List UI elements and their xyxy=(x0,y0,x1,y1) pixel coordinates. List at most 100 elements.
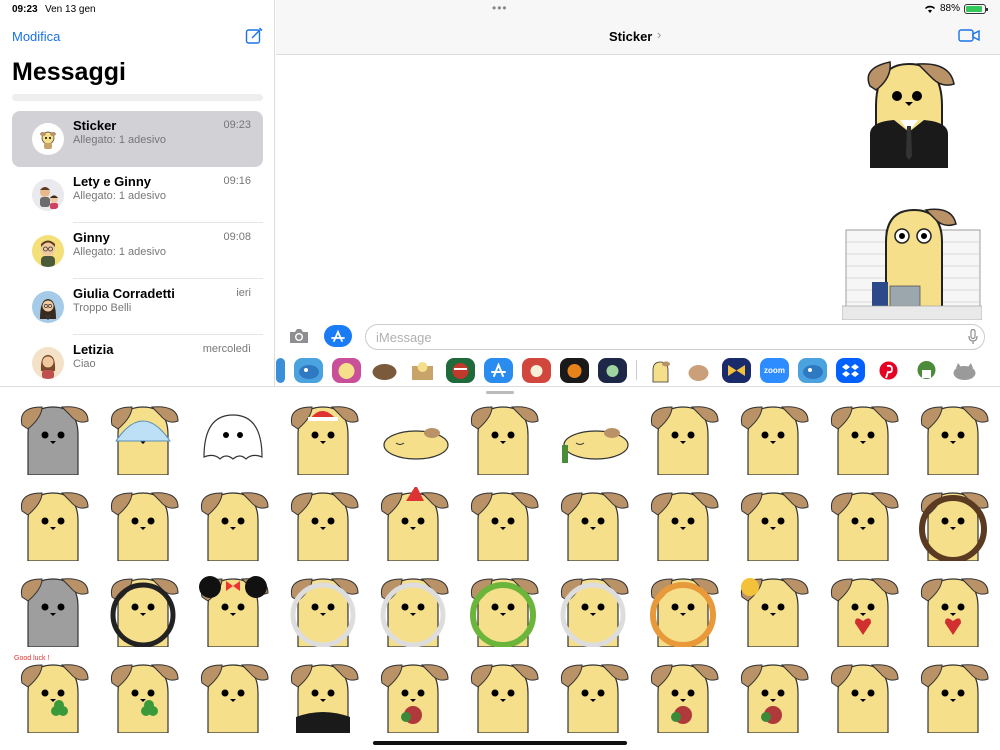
conversation-name: Lety e Ginny xyxy=(73,174,152,189)
multitasking-dots-icon[interactable]: ••• xyxy=(492,1,508,15)
conversation-time: ieri xyxy=(236,287,251,299)
app-icon-dog-pink[interactable] xyxy=(332,357,361,383)
conversation-item-lety-e-ginny[interactable]: Lety e Ginny Allegato: 1 adesivo 09:16 xyxy=(12,167,263,223)
app-icon-blue-bird[interactable] xyxy=(294,357,323,383)
pinterest-icon[interactable] xyxy=(874,357,903,383)
sticker-flowers[interactable] xyxy=(728,653,818,739)
compose-icon[interactable] xyxy=(245,27,263,45)
sticker-party-hat[interactable] xyxy=(368,481,458,567)
conversation-item-sticker[interactable]: Sticker Allegato: 1 adesivo 09:23 xyxy=(12,111,263,167)
sent-sticker-paperwork-dog[interactable] xyxy=(842,202,982,320)
chevron-right-icon[interactable]: › xyxy=(657,27,661,42)
sticker-heart[interactable] xyxy=(818,567,908,653)
sticker-sunglasses[interactable] xyxy=(458,395,548,481)
sticker-grumpy[interactable] xyxy=(908,395,998,481)
sticker-plants[interactable] xyxy=(638,653,728,739)
message-input[interactable] xyxy=(365,324,985,350)
sticker-frog-hood[interactable] xyxy=(458,567,548,653)
app-icon-bear[interactable] xyxy=(684,357,713,383)
page-title: Messaggi xyxy=(12,58,126,86)
avatar xyxy=(32,235,64,267)
sticker-wink[interactable] xyxy=(548,481,638,567)
sticker-sun[interactable] xyxy=(728,567,818,653)
microphone-icon[interactable] xyxy=(968,329,978,345)
avatar xyxy=(32,123,64,155)
sticker-teary[interactable] xyxy=(8,481,98,567)
battery-percent: 88% xyxy=(939,3,960,14)
sticker-bee-hood[interactable] xyxy=(98,567,188,653)
status-time: 09:23 xyxy=(12,4,38,15)
video-call-icon[interactable] xyxy=(958,28,980,43)
conversation-time: 09:23 xyxy=(223,119,251,131)
sticker-white-hood[interactable] xyxy=(278,567,368,653)
sticker-granny[interactable] xyxy=(548,653,638,739)
sticker-gardening[interactable] xyxy=(818,653,908,739)
conversation-item-ginny[interactable]: Ginny Allegato: 1 adesivo 09:08 xyxy=(12,223,263,279)
conversation-item-letizia[interactable]: Letizia Ciao mercoledì xyxy=(12,335,263,391)
app-icon-pusheen[interactable] xyxy=(950,357,979,383)
conversation-sidebar: Modifica Messaggi Sticker Allegato: 1 ad… xyxy=(0,0,275,386)
sticker-bear-hood[interactable] xyxy=(908,481,998,567)
sticker-cactus-sleep[interactable] xyxy=(548,395,638,481)
app-icon-zoom[interactable]: zoom xyxy=(760,357,789,383)
app-icon-blue-bird-2[interactable] xyxy=(798,357,827,383)
sticker-covering-face[interactable] xyxy=(98,481,188,567)
edit-button[interactable]: Modifica xyxy=(12,29,60,44)
home-indicator[interactable] xyxy=(373,741,627,745)
app-icon-house-plant[interactable] xyxy=(912,357,941,383)
app-store-icon[interactable] xyxy=(484,357,513,383)
app-icon-christmas[interactable] xyxy=(446,357,475,383)
sticker-pouting[interactable] xyxy=(188,481,278,567)
search-field[interactable] xyxy=(12,94,263,101)
app-store-icon xyxy=(331,329,345,342)
avatar xyxy=(32,179,64,211)
sticker-cat-hood[interactable] xyxy=(368,567,458,653)
conversation-item-giulia-corradetti[interactable]: Giulia Corradetti Troppo Belli ieri xyxy=(12,279,263,335)
sticker-grid: Good luck ! xyxy=(8,395,1000,739)
app-icon-alien-night[interactable] xyxy=(598,357,627,383)
sticker-paperwork[interactable] xyxy=(188,653,278,739)
app-icon-dog-sticker[interactable] xyxy=(646,357,675,383)
sticker-good-luck[interactable]: Good luck ! xyxy=(8,653,98,739)
sticker-clover[interactable] xyxy=(98,653,188,739)
sticker-ghost[interactable] xyxy=(188,395,278,481)
app-icon-hedgehog[interactable] xyxy=(370,357,399,383)
sticker-tongue[interactable] xyxy=(638,481,728,567)
drawer-grabber[interactable] xyxy=(486,391,514,394)
sticker-blue-bonnet[interactable] xyxy=(98,395,188,481)
status-right: 88% xyxy=(924,3,988,14)
sticker-suit[interactable] xyxy=(278,653,368,739)
sent-sticker-suit-dog[interactable] xyxy=(854,56,964,168)
conversation-name: Giulia Corradetti xyxy=(73,286,175,301)
conversation-name: Sticker xyxy=(73,118,117,133)
app-store-button[interactable] xyxy=(324,325,352,347)
app-icon-cat-box[interactable] xyxy=(408,357,437,383)
sticker-crying-laugh[interactable] xyxy=(728,395,818,481)
sticker-broken-heart[interactable] xyxy=(908,567,998,653)
sticker-curious[interactable] xyxy=(278,481,368,567)
sticker-koala-hood[interactable] xyxy=(8,567,98,653)
sticker-sad[interactable] xyxy=(818,481,908,567)
app-icon-fox-black[interactable] xyxy=(560,357,589,383)
sticker-bouquet[interactable] xyxy=(368,653,458,739)
dropbox-icon[interactable] xyxy=(836,357,865,383)
sticker-worried[interactable] xyxy=(818,395,908,481)
sticker-chicken-hood[interactable] xyxy=(548,567,638,653)
conversation-time: 09:08 xyxy=(223,231,251,243)
sticker-content[interactable] xyxy=(728,481,818,567)
conversation-title[interactable]: Sticker xyxy=(609,29,652,44)
sticker-fluffy[interactable] xyxy=(458,653,548,739)
conversation-preview: Allegato: 1 adesivo xyxy=(73,246,166,258)
sticker-sleeping[interactable] xyxy=(368,395,458,481)
app-icon-bow[interactable] xyxy=(722,357,751,383)
camera-icon[interactable] xyxy=(288,327,310,345)
sticker-tiger-hood[interactable] xyxy=(638,567,728,653)
sticker-mud[interactable] xyxy=(908,653,998,739)
app-icon-partial-globe[interactable] xyxy=(276,357,285,383)
sticker-santa-cat[interactable] xyxy=(278,395,368,481)
app-icon-red-fruit[interactable] xyxy=(522,357,551,383)
sticker-mouse-ears[interactable] xyxy=(188,567,278,653)
sticker-smile[interactable] xyxy=(458,481,548,567)
sticker-bunny[interactable] xyxy=(8,395,98,481)
sticker-blush[interactable] xyxy=(638,395,728,481)
